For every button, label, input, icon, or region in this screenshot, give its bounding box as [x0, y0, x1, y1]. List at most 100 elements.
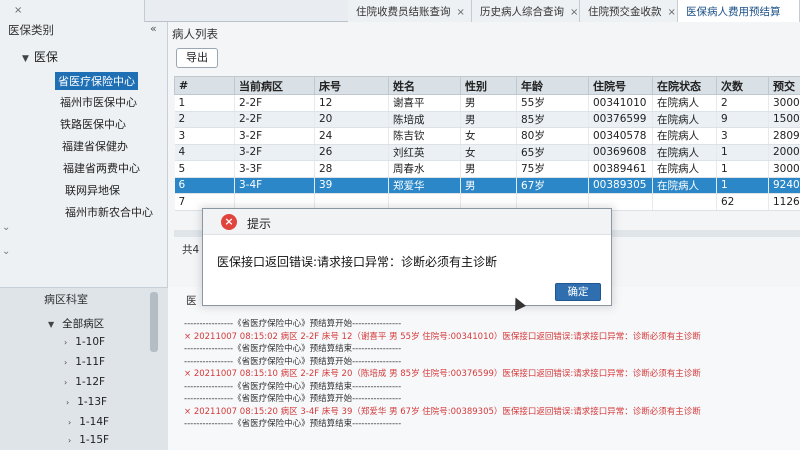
ward-item[interactable]: › 1-12F — [64, 376, 105, 388]
sidebar-group-insurance[interactable]: ▼ 医保 — [22, 48, 58, 65]
table-cell: 85岁 — [516, 111, 589, 128]
dialog-message: 医保接口返回错误:请求接口异常：诊断必须有主诊断 — [217, 255, 498, 269]
table-cell: 在院病人 — [652, 160, 717, 178]
tab-label: 住院收费员结账查询 — [356, 6, 451, 18]
table-cell: 1 — [716, 160, 769, 178]
table-cell: 1500 — [768, 111, 800, 128]
table-cell: 6 — [174, 177, 235, 194]
sidebar-item-railway-insurance[interactable]: 铁路医保中心 — [60, 116, 126, 132]
column-header[interactable]: 在院状态 — [652, 76, 717, 95]
log-panel-title: 医 — [186, 295, 197, 307]
table-cell: 26 — [314, 144, 389, 161]
log-info-line: ----------------《省医疗保险中心》预结算结束----------… — [184, 344, 402, 354]
table-cell: 00369608 — [588, 144, 653, 161]
sidebar-item-fujian-two-fees[interactable]: 福建省两费中心 — [63, 160, 140, 176]
ward-item-label: 1-14F — [79, 416, 110, 428]
tab-insurance-presettle[interactable]: 医保病人费用预结算 — [678, 0, 800, 22]
tab-previous[interactable]: × — [0, 0, 145, 22]
table-cell: 2-2F — [234, 111, 315, 128]
ok-button[interactable]: 确定 — [555, 283, 601, 301]
export-button[interactable]: 导出 — [176, 48, 218, 68]
chevron-down-icon[interactable]: ⌄ — [2, 246, 10, 257]
table-row[interactable]: 63-4F39郑爱华男67岁00389305在院病人19240.75 — [174, 177, 800, 194]
ward-item[interactable]: › 1-15F — [68, 434, 109, 446]
table-cell: 男 — [460, 177, 517, 194]
table-cell: 55岁 — [516, 94, 589, 112]
collapse-icon[interactable]: « — [150, 22, 157, 35]
sidebar-item-fuzhou-rural[interactable]: 福州市新农合中心 — [65, 204, 153, 220]
table-cell: 女 — [460, 127, 517, 145]
table-cell: 3-3F — [234, 160, 315, 178]
table-cell: 2000 — [768, 144, 800, 161]
column-header[interactable]: # — [174, 76, 235, 95]
table-cell: 00389305 — [588, 177, 653, 194]
close-icon[interactable]: × — [570, 7, 578, 18]
table-row[interactable]: 4 3-2F 26 刘红英女 65岁 00369608 在院病人 1 2000 — [174, 144, 800, 161]
table-cell: 2 — [174, 111, 235, 128]
column-header[interactable]: 次数 — [716, 76, 769, 95]
table-cell: 2809.5 — [768, 127, 800, 145]
column-header[interactable]: 年龄 — [516, 76, 589, 95]
chevron-right-icon: › — [68, 418, 72, 427]
table-cell: 男 — [460, 160, 517, 178]
ward-item-label: 1-10F — [75, 336, 106, 348]
sidebar-item-remote-insurance[interactable]: 联网异地保 — [65, 182, 120, 198]
table-cell: 1 — [716, 177, 769, 194]
sidebar-item-fuzhou-insurance[interactable]: 福州市医保中心 — [60, 94, 137, 110]
log-info-line: ----------------《省医疗保险中心》预结算开始----------… — [184, 356, 402, 367]
sidebar-group-label: 医保 — [33, 50, 58, 64]
table-cell: 3 — [174, 127, 235, 145]
ward-item[interactable]: › 1-11F — [64, 356, 105, 368]
column-header[interactable]: 姓名 — [388, 76, 461, 95]
table-cell: 3-2F — [234, 127, 315, 145]
close-icon[interactable]: × — [14, 5, 22, 16]
table-cell: 20 — [314, 111, 389, 128]
ward-item[interactable]: › 1-13F — [66, 396, 107, 408]
column-header[interactable]: 当前病区 — [234, 76, 315, 95]
chevron-right-icon: › — [64, 378, 68, 387]
table-row[interactable]: 33-2F24陈吉钦女80岁00340578在院病人32809.5 — [174, 127, 800, 145]
column-header[interactable]: 性别 — [460, 76, 517, 95]
dialog-header: × 提示 — [203, 209, 611, 235]
tab-bar: × 住院收费员结账查询 × 历史病人综合查询 × 住院预交金收款 × 医保病人费用预结… — [0, 0, 800, 22]
ward-item-label: 1-12F — [75, 376, 106, 388]
ward-item-all[interactable]: ▼ 全部病区 — [48, 316, 104, 331]
table-cell: 陈培成 — [388, 111, 461, 128]
table-header-row: # 当前病区 床号 姓名 性别 年龄 住院号 在院状态 次数 预交 — [174, 76, 800, 95]
table-cell: 9 — [716, 111, 769, 128]
tab-checkout-query[interactable]: 住院收费员结账查询 × — [348, 0, 472, 22]
close-icon[interactable]: × — [668, 7, 676, 18]
error-icon: × — [221, 214, 237, 230]
table-row[interactable]: 5 3-3F 28 周春水男 75岁 00389461 在院病人 1 3000 — [174, 160, 800, 178]
tab-history-patient[interactable]: 历史病人综合查询 × — [472, 0, 580, 22]
alert-dialog: × 提示 医保接口返回错误:请求接口异常：诊断必须有主诊断 确定 — [202, 208, 612, 306]
insurance-sidebar: 医保类别 « ▼ 医保 省医疗保险中心 福州市医保中心 铁路医保中心 福建省保健办… — [0, 22, 168, 287]
table-cell: 00389461 — [588, 160, 653, 178]
table-cell: 男 — [460, 111, 517, 128]
table-row[interactable]: 2 2-2F 20 陈培成男 85岁 00376599 在院病人 9 1500 — [174, 111, 800, 128]
ward-scrollbar[interactable] — [150, 292, 158, 352]
table-cell: 1126 — [768, 193, 800, 211]
table-cell: 00341010 — [588, 94, 653, 112]
column-header[interactable]: 预交 — [768, 76, 800, 95]
ward-item[interactable]: › 1-14F — [68, 416, 109, 428]
sidebar-item-provincial-insurance[interactable]: 省医疗保险中心 — [55, 72, 138, 90]
chevron-right-icon: › — [64, 358, 68, 367]
log-error-line: × 20211007 08:15:20 病区 3-4F 床号 39（郑爱华 男 … — [184, 406, 701, 417]
table-cell: 3-4F — [234, 177, 315, 194]
total-count: 共4 — [182, 244, 200, 256]
table-cell: 女 — [460, 144, 517, 161]
table-cell: 9240.75 — [768, 177, 800, 194]
table-row[interactable]: 1 2-2F 12 谢喜平男 55岁 00341010 在院病人 2 3000 — [174, 94, 800, 112]
table-cell: 28 — [314, 160, 389, 178]
close-icon[interactable]: × — [457, 7, 465, 18]
column-header[interactable]: 住院号 — [588, 76, 653, 95]
table-cell: 4 — [174, 144, 235, 161]
column-header[interactable]: 床号 — [314, 76, 389, 95]
sidebar-item-fujian-healthcare[interactable]: 福建省保健办 — [62, 138, 128, 154]
table-cell: 5 — [174, 160, 235, 178]
chevron-down-icon[interactable]: ⌄ — [2, 222, 10, 233]
ward-item[interactable]: › 1-10F — [64, 336, 105, 348]
tab-deposit[interactable]: 住院预交金收款 × — [580, 0, 678, 22]
table-cell: 谢喜平 — [388, 94, 461, 112]
